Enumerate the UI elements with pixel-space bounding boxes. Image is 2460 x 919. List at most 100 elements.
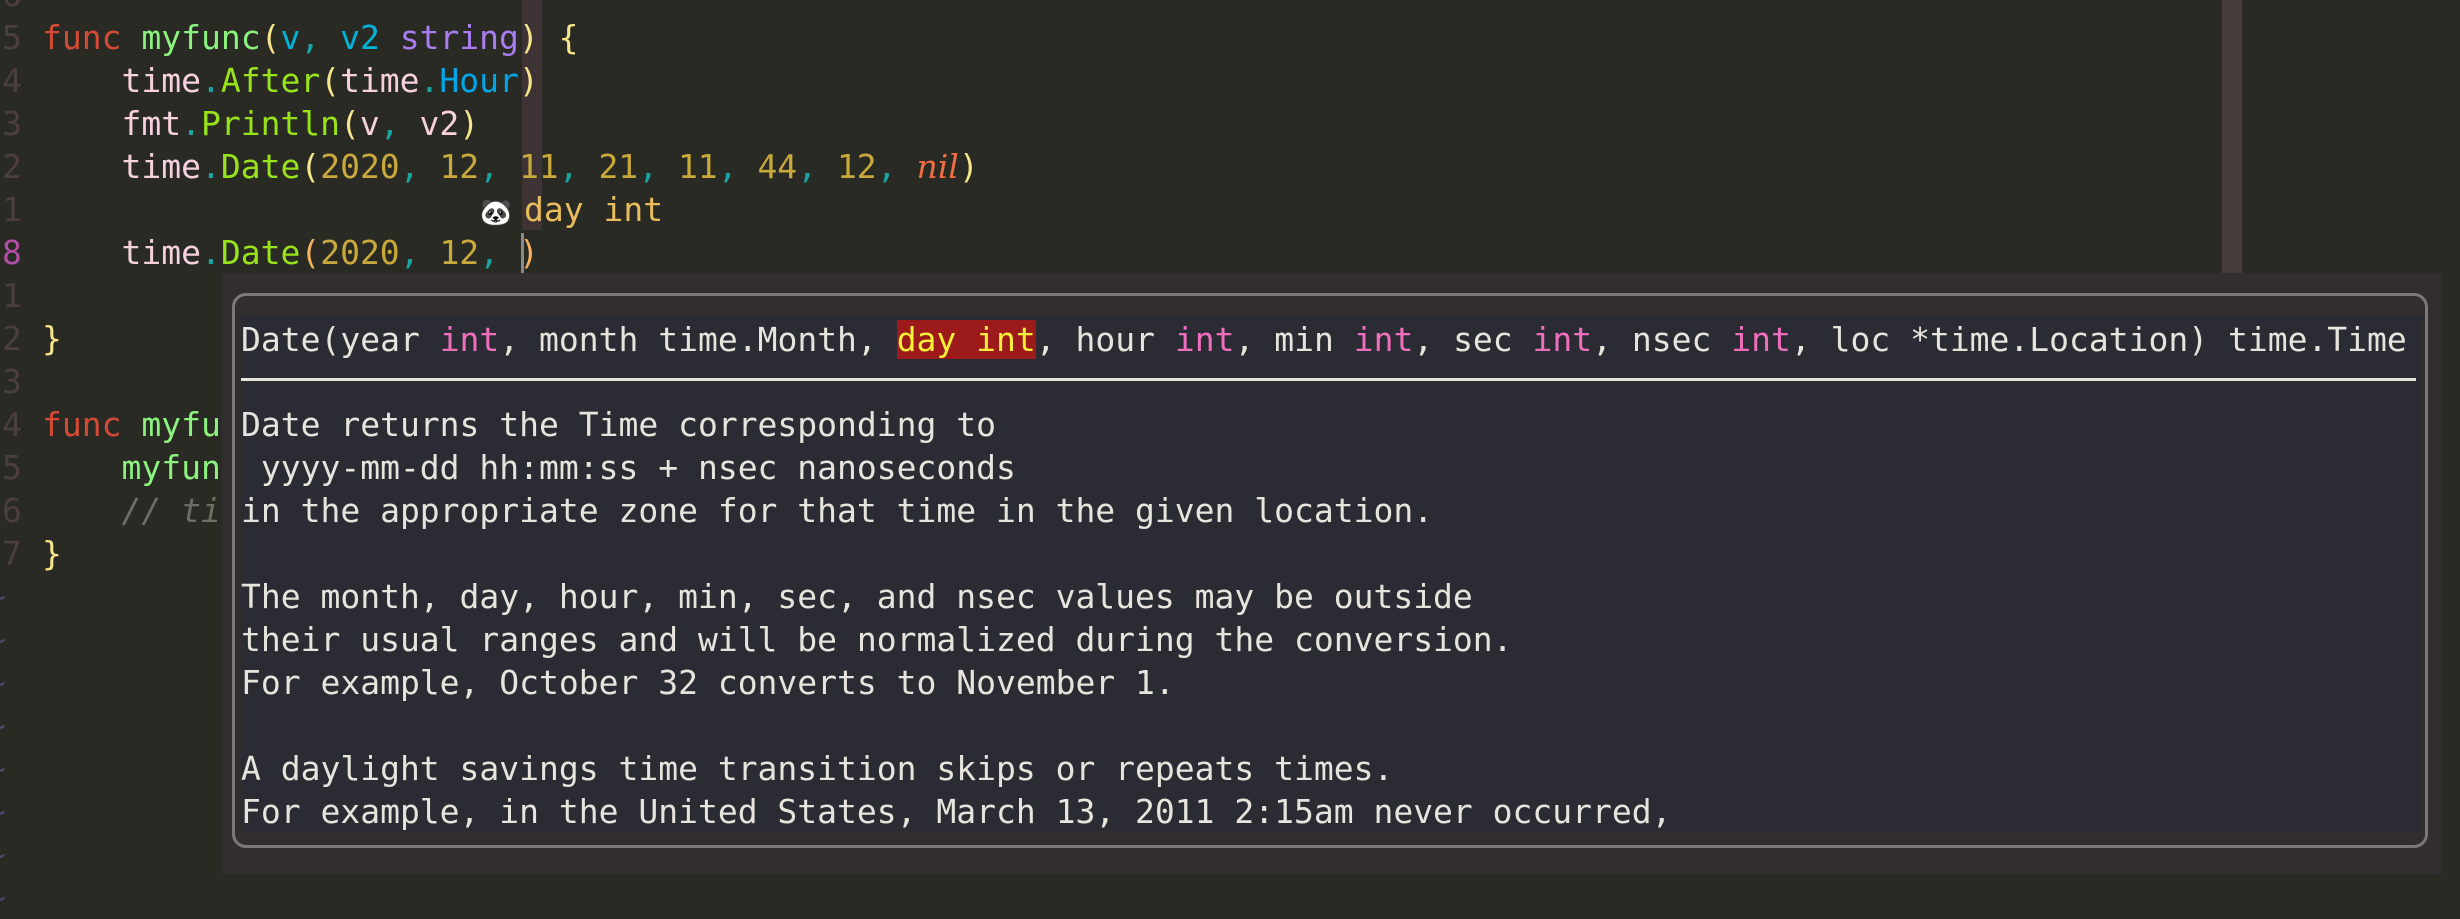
parameter-name: hour	[1075, 320, 1175, 359]
token: 12	[439, 147, 480, 186]
token: v	[359, 104, 380, 143]
token: Hour	[439, 61, 519, 100]
parameter-name: nsec	[1631, 320, 1732, 359]
token: 2020	[320, 147, 400, 186]
token: ,	[797, 147, 837, 186]
token: .	[200, 233, 221, 272]
signature-comma: ,	[1035, 320, 1076, 359]
signature-return-type: ) time.Time	[2188, 320, 2407, 359]
code-text: fmt.Println(v, v2)	[42, 102, 479, 145]
relative-line-number: 4	[2, 405, 22, 444]
token: }	[42, 534, 62, 573]
code-line[interactable]: 2 time.Date(2020, 12, 11, 21, 11, 44, 12…	[0, 145, 2460, 188]
code-text: }	[42, 532, 62, 575]
code-text: time.Date(2020, 12, )	[42, 231, 538, 274]
relative-line-number: 3	[2, 104, 22, 143]
code-text: myfun	[42, 446, 221, 489]
token: 21	[598, 147, 639, 186]
token: (	[300, 147, 321, 186]
signature-help-popup: Date(year int, month time.Month, day int…	[222, 273, 2442, 875]
doc-line: For example, in the United States, March…	[241, 792, 1672, 831]
signature-parameter: min int	[1274, 320, 1413, 359]
end-of-buffer-marker: ~	[0, 833, 6, 876]
token: After	[220, 61, 321, 100]
relative-line-number: 5	[2, 18, 22, 57]
parameter-type: int	[1353, 320, 1414, 359]
end-of-buffer-marker: ~	[0, 790, 6, 833]
popup-content[interactable]: Date(year int, month time.Month, day int…	[241, 316, 2422, 831]
parameter-type: int	[1174, 320, 1235, 359]
token: )	[518, 61, 539, 100]
code-line[interactable]: 4 time.After(time.Hour)	[0, 59, 2460, 102]
parameter-name: sec	[1453, 320, 1533, 359]
end-of-buffer-marker: ~	[0, 575, 6, 618]
signature-function-name: Date(	[241, 320, 341, 359]
doc-line: Date returns the Time corresponding to	[241, 405, 996, 444]
token: myfun	[121, 448, 221, 487]
token: func	[42, 18, 122, 57]
token: (	[300, 233, 321, 272]
token: v2	[340, 18, 380, 57]
code-text: func myfunc(v, v2 string) {	[42, 16, 579, 59]
token: 12	[439, 233, 480, 272]
text-cursor	[521, 233, 524, 273]
token: func	[42, 405, 122, 444]
token: time	[121, 61, 201, 100]
code-text: func myfu	[42, 403, 221, 446]
end-of-buffer-line: ~	[0, 876, 2460, 919]
token: fmt	[121, 104, 182, 143]
code-line[interactable]: 6	[0, 0, 2460, 16]
code-text: time.Date(2020, 12, 11, 21, 11, 44, 12, …	[42, 145, 978, 188]
doc-line: A daylight savings time transition skips…	[241, 749, 1394, 788]
code-line[interactable]: 3 fmt.Println(v, v2)	[0, 102, 2460, 145]
doc-line: their usual ranges and will be normalize…	[241, 620, 1513, 659]
current-line-number: 8	[2, 233, 22, 272]
token: 12	[836, 147, 877, 186]
relative-line-number: 7	[2, 534, 22, 573]
signature-parameter: nsec int	[1632, 320, 1791, 359]
inlay-hint: 🐼 day int	[476, 188, 663, 235]
inlay-hint-text: day int	[524, 190, 664, 229]
token: ,	[479, 233, 519, 272]
token: nil	[916, 147, 959, 186]
signature-parameter: month time.Month	[539, 320, 857, 359]
code-line[interactable]: 5 func myfunc(v, v2 string) {	[0, 16, 2460, 59]
token: )	[459, 104, 480, 143]
code-editor[interactable]: 65func myfunc(v, v2 string) {4 time.Afte…	[0, 0, 2460, 917]
token: ,	[399, 147, 440, 186]
token: 11	[518, 147, 559, 186]
token: ,	[558, 147, 599, 186]
token: ,	[876, 147, 917, 186]
token: ,	[300, 18, 341, 57]
token: time	[340, 61, 420, 100]
relative-line-number: 4	[2, 61, 22, 100]
doc-line: The month, day, hour, min, sec, and nsec…	[241, 577, 1473, 616]
relative-line-number: 1	[2, 276, 22, 315]
doc-line	[241, 704, 1671, 747]
token: 44	[757, 147, 798, 186]
token: myfu	[141, 405, 221, 444]
code-line[interactable]: 8 time.Date(2020, 12, )	[0, 231, 2460, 274]
code-line[interactable]: 1 🐼 day int	[0, 188, 2460, 231]
doc-line	[241, 532, 1671, 575]
parameter-name: min	[1274, 320, 1354, 359]
relative-line-number: 3	[2, 362, 22, 401]
token: Date	[220, 233, 301, 272]
doc-line: For example, October 32 converts to Nove…	[241, 663, 1175, 702]
parameter-type: int	[1532, 320, 1593, 359]
signature-parameter: year int	[340, 320, 499, 359]
token: Println	[200, 104, 341, 143]
signature-comma: ,	[1592, 320, 1632, 359]
token: v2	[419, 104, 460, 143]
doc-line: yyyy-mm-dd hh:mm:ss + nsec nanoseconds	[241, 448, 1016, 487]
token: (	[340, 104, 360, 143]
relative-line-number: 1	[2, 190, 22, 229]
token: .	[200, 61, 221, 100]
code-text: time.After(time.Hour)	[42, 59, 539, 102]
